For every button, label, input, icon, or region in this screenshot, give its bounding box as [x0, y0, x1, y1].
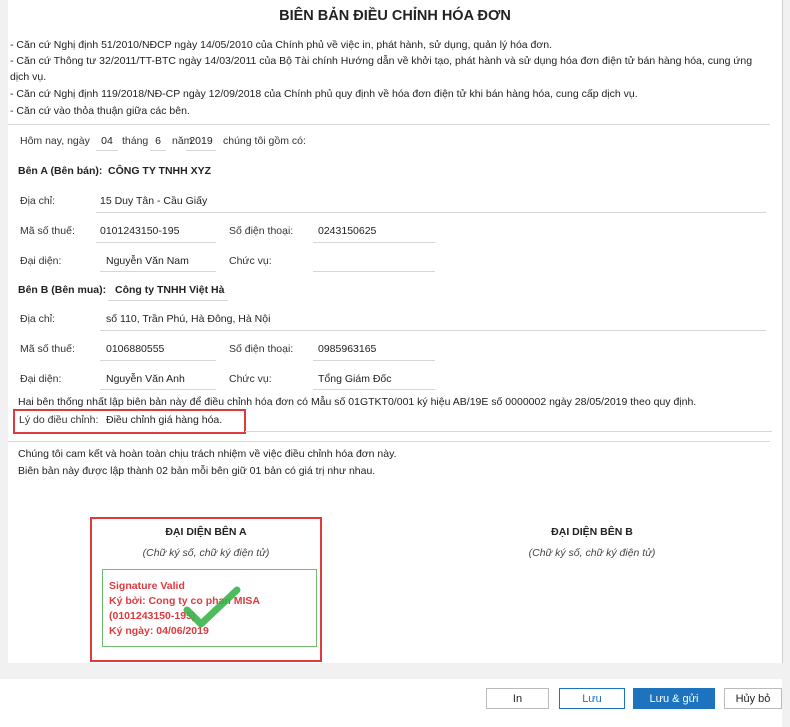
underline: [313, 389, 435, 390]
party-a-phone: 0243150625: [318, 225, 377, 237]
underline: [245, 431, 772, 432]
sign-b-title: ĐẠI DIỆN BÊN B: [551, 526, 633, 538]
party-a-pos-label: Chức vụ:: [229, 255, 272, 267]
save-button[interactable]: Lưu: [559, 688, 625, 709]
reason-label: Lý do điều chỉnh:: [19, 414, 99, 426]
date-year: 2019: [189, 135, 213, 147]
basis-line: - Căn cứ Nghị định 119/2018/NĐ-CP ngày 1…: [10, 88, 638, 100]
agreement-text: Hai bên thống nhất lập biên bản này để đ…: [18, 396, 697, 408]
party-b-phone: 0985963165: [318, 343, 377, 355]
copies-text: Biên bản này được lập thành 02 bản mỗi b…: [18, 465, 376, 477]
party-b-phone-label: Số điện thoại:: [229, 343, 294, 355]
basis-line: - Căn cứ Thông tư 32/2011/TT-BTC ngày 14…: [10, 55, 753, 67]
date-month: 6: [155, 135, 161, 147]
underline: [108, 300, 228, 301]
party-b-tax-label: Mã số thuế:: [20, 343, 75, 355]
green-checkmark-icon: [183, 586, 241, 628]
date-month-label: tháng: [122, 135, 149, 147]
digital-signature-box[interactable]: Signature Valid Ký bởi: Cong ty co phan …: [102, 569, 317, 647]
date-prefix: Hôm nay, ngày: [20, 135, 90, 147]
divider: [8, 124, 770, 125]
party-a-tax: 0101243150-195: [100, 225, 180, 237]
underline: [100, 271, 216, 272]
underline: [313, 360, 435, 361]
party-a-rep: Nguyễn Văn Nam: [106, 255, 189, 267]
underline: [150, 150, 166, 151]
commitment-text: Chúng tôi cam kết và hoàn toàn chịu trác…: [18, 448, 397, 460]
party-b-rep-label: Đại diện:: [20, 373, 62, 385]
party-a-header: Bên A (Bên bán):: [18, 165, 103, 177]
underline: [96, 242, 216, 243]
party-b-header: Bên B (Bên mua):: [18, 284, 107, 296]
sign-b-note: (Chữ ký số, chữ ký điện tử): [528, 547, 656, 559]
document-title: BIÊN BẢN ĐIỀU CHỈNH HÓA ĐƠN: [279, 8, 511, 24]
underline: [313, 242, 435, 243]
print-button[interactable]: In: [486, 688, 549, 709]
party-b-address: số 110, Trần Phú, Hà Đông, Hà Nội: [106, 313, 271, 325]
party-a-address: 15 Duy Tân - Cầu Giấy: [100, 195, 208, 207]
underline: [100, 360, 216, 361]
sign-a-note: (Chữ ký số, chữ ký điện tử): [142, 547, 270, 559]
party-a-rep-label: Đại diện:: [20, 255, 62, 267]
party-b-pos-label: Chức vụ:: [229, 373, 272, 385]
basis-line: - Căn cứ Nghị định 51/2010/NĐCP ngày 14/…: [10, 39, 553, 51]
party-b-address-label: Địa chỉ:: [20, 313, 56, 325]
basis-line: dịch vụ.: [10, 71, 47, 83]
underline: [313, 271, 435, 272]
party-b-pos: Tổng Giám Đốc: [318, 373, 392, 385]
divider: [8, 441, 770, 442]
document-page: BIÊN BẢN ĐIỀU CHỈNH HÓA ĐƠN - Căn cứ Ngh…: [8, 0, 783, 663]
reason-value: Điều chỉnh giá hàng hóa.: [106, 414, 223, 426]
underline: [100, 389, 216, 390]
basis-line: - Căn cứ vào thỏa thuận giữa các bên.: [10, 105, 190, 117]
party-a-name: CÔNG TY TNHH XYZ: [108, 165, 212, 177]
party-b-tax: 0106880555: [106, 343, 165, 355]
date-suffix: chúng tôi gồm có:: [223, 135, 306, 147]
save-send-button[interactable]: Lưu & gửi: [633, 688, 715, 709]
party-a-phone-label: Số điện thoại:: [229, 225, 294, 237]
signature-status: Signature Valid: [109, 580, 185, 592]
underline: [100, 330, 766, 331]
party-a-tax-label: Mã số thuế:: [20, 225, 75, 237]
underline: [96, 150, 118, 151]
cancel-button[interactable]: Hủy bỏ: [724, 688, 782, 709]
underline: [186, 150, 216, 151]
date-day: 04: [101, 135, 113, 147]
party-b-rep: Nguyễn Văn Anh: [106, 373, 185, 385]
sign-a-title: ĐẠI DIỆN BÊN A: [165, 526, 247, 538]
party-b-name: Công ty TNHH Việt Hà: [115, 284, 225, 296]
party-a-address-label: Địa chỉ:: [20, 195, 56, 207]
underline: [96, 212, 766, 213]
